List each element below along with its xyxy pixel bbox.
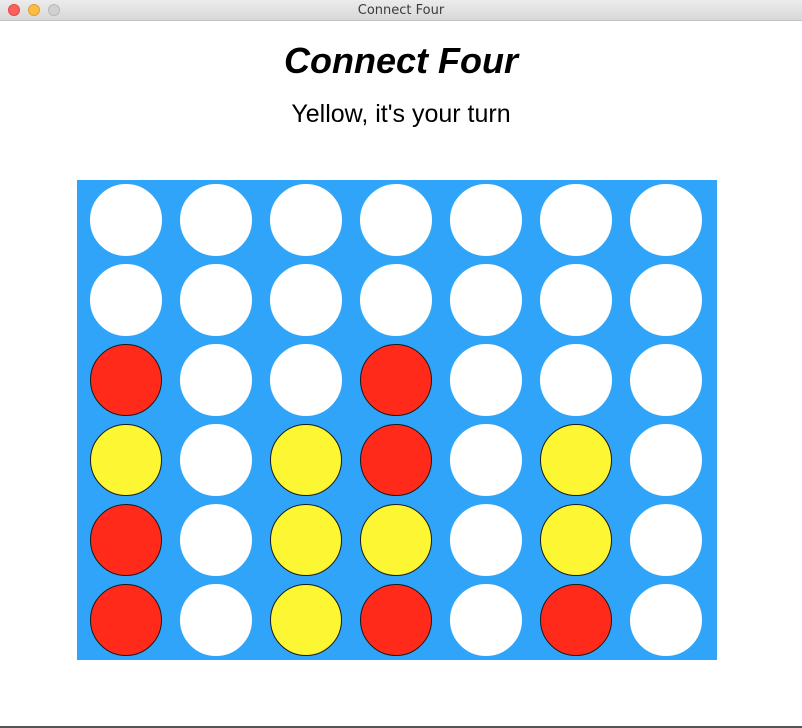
- board-cell-yellow[interactable]: [270, 424, 342, 496]
- board-cell-empty[interactable]: [630, 184, 702, 256]
- board-cell-yellow[interactable]: [90, 424, 162, 496]
- board-cell-yellow[interactable]: [360, 504, 432, 576]
- board-cell-red[interactable]: [360, 344, 432, 416]
- board-cell-empty[interactable]: [540, 184, 612, 256]
- board-cell-yellow[interactable]: [540, 504, 612, 576]
- board-cell-empty[interactable]: [540, 264, 612, 336]
- board-cell-empty[interactable]: [180, 504, 252, 576]
- turn-status: Yellow, it's your turn: [291, 100, 511, 128]
- board-cell-red[interactable]: [360, 424, 432, 496]
- board-cell-empty[interactable]: [360, 184, 432, 256]
- board-cell-empty[interactable]: [450, 504, 522, 576]
- board-cell-empty[interactable]: [360, 264, 432, 336]
- board-cell-empty[interactable]: [630, 344, 702, 416]
- board-cell-empty[interactable]: [630, 504, 702, 576]
- board-cell-empty[interactable]: [450, 344, 522, 416]
- board-cell-empty[interactable]: [270, 344, 342, 416]
- board-cell-empty[interactable]: [180, 424, 252, 496]
- window-titlebar: Connect Four: [0, 0, 802, 21]
- game-board: [77, 180, 717, 660]
- board-cell-yellow[interactable]: [270, 504, 342, 576]
- board-cell-empty[interactable]: [90, 264, 162, 336]
- board-cell-empty[interactable]: [450, 424, 522, 496]
- board-cell-empty[interactable]: [450, 184, 522, 256]
- board-cell-empty[interactable]: [540, 344, 612, 416]
- board-cell-empty[interactable]: [270, 264, 342, 336]
- board-cell-red[interactable]: [90, 584, 162, 656]
- board-cell-yellow[interactable]: [540, 424, 612, 496]
- board-cell-empty[interactable]: [450, 584, 522, 656]
- board-cell-red[interactable]: [90, 504, 162, 576]
- board-cell-empty[interactable]: [90, 184, 162, 256]
- board-cell-red[interactable]: [540, 584, 612, 656]
- window-title: Connect Four: [357, 3, 445, 18]
- app-window: Connect Four Connect Four Yellow, it's y…: [0, 0, 802, 728]
- board-cell-red[interactable]: [90, 344, 162, 416]
- board-cell-empty[interactable]: [450, 264, 522, 336]
- board-cell-empty[interactable]: [630, 584, 702, 656]
- board-cell-empty[interactable]: [180, 584, 252, 656]
- game-title: Connect Four: [284, 40, 518, 81]
- board-cell-empty[interactable]: [180, 344, 252, 416]
- board-cell-empty[interactable]: [180, 264, 252, 336]
- board-cell-empty[interactable]: [180, 184, 252, 256]
- board-cell-yellow[interactable]: [270, 584, 342, 656]
- board-cell-empty[interactable]: [630, 264, 702, 336]
- board-cell-empty[interactable]: [630, 424, 702, 496]
- board-cell-empty[interactable]: [270, 184, 342, 256]
- board-cell-red[interactable]: [360, 584, 432, 656]
